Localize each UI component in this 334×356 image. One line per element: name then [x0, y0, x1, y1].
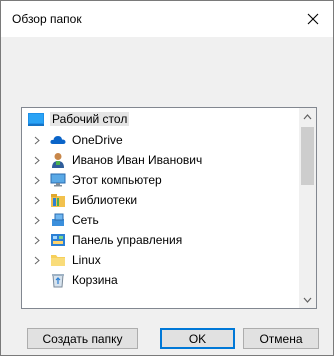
chevron-right-icon[interactable] [32, 190, 42, 210]
recycle-bin-icon [50, 272, 66, 288]
tree-item-user[interactable]: Иванов Иван Иванович [22, 150, 298, 170]
tree-item-recycle-bin[interactable]: Корзина [22, 270, 298, 290]
chevron-right-icon[interactable] [32, 250, 42, 270]
control-panel-icon [50, 232, 66, 248]
chevron-right-icon[interactable] [32, 170, 42, 190]
cancel-button[interactable]: Отмена [243, 328, 319, 349]
desktop-icon [28, 111, 44, 127]
scroll-down-button[interactable] [299, 291, 316, 308]
tree-item-label: Иванов Иван Иванович [72, 153, 203, 167]
tree-item-label: Linux [72, 253, 101, 267]
tree-item-control-panel[interactable]: Панель управления [22, 230, 298, 250]
chevron-right-icon[interactable] [32, 130, 42, 150]
cloud-icon [50, 132, 66, 148]
chevron-down-icon [303, 297, 312, 303]
tree-item-label: Этот компьютер [72, 173, 162, 187]
tree-item-label: Панель управления [72, 233, 183, 247]
browse-folders-dialog: Обзор папок Рабочий стол OneDrive Иванов… [0, 0, 334, 356]
user-icon [50, 152, 66, 168]
folder-icon [50, 252, 66, 268]
folder-tree[interactable]: Рабочий стол OneDrive Иванов Иван Иванов… [21, 107, 317, 309]
folder-tree-list: Рабочий стол OneDrive Иванов Иван Иванов… [22, 108, 298, 290]
tree-item-this-pc[interactable]: Этот компьютер [22, 170, 298, 190]
chevron-up-icon [303, 113, 312, 119]
chevron-right-icon[interactable] [32, 230, 42, 250]
tree-item-desktop[interactable]: Рабочий стол [22, 108, 298, 130]
tree-item-network[interactable]: Сеть [22, 210, 298, 230]
close-button[interactable] [293, 1, 333, 37]
chevron-right-icon[interactable] [32, 210, 42, 230]
tree-item-label: OneDrive [72, 133, 123, 147]
tree-item-label: Корзина [72, 273, 118, 287]
tree-item-label: Сеть [72, 213, 99, 227]
scrollbar-thumb[interactable] [301, 127, 314, 185]
computer-icon [50, 172, 66, 188]
chevron-right-icon[interactable] [32, 150, 42, 170]
library-icon [50, 192, 66, 208]
network-icon [50, 212, 66, 228]
tree-item-label: Рабочий стол [50, 112, 130, 126]
tree-item-label: Библиотеки [72, 193, 138, 207]
new-folder-button[interactable]: Создать папку [27, 328, 138, 349]
scroll-up-button[interactable] [299, 108, 316, 125]
tree-item-onedrive[interactable]: OneDrive [22, 130, 298, 150]
window-title: Обзор папок [12, 12, 82, 26]
vertical-scrollbar[interactable] [299, 108, 316, 308]
close-icon [307, 13, 319, 25]
tree-item-libraries[interactable]: Библиотеки [22, 190, 298, 210]
title-bar: Обзор папок [1, 1, 333, 37]
tree-item-linux[interactable]: Linux [22, 250, 298, 270]
ok-button[interactable]: OK [160, 328, 235, 349]
